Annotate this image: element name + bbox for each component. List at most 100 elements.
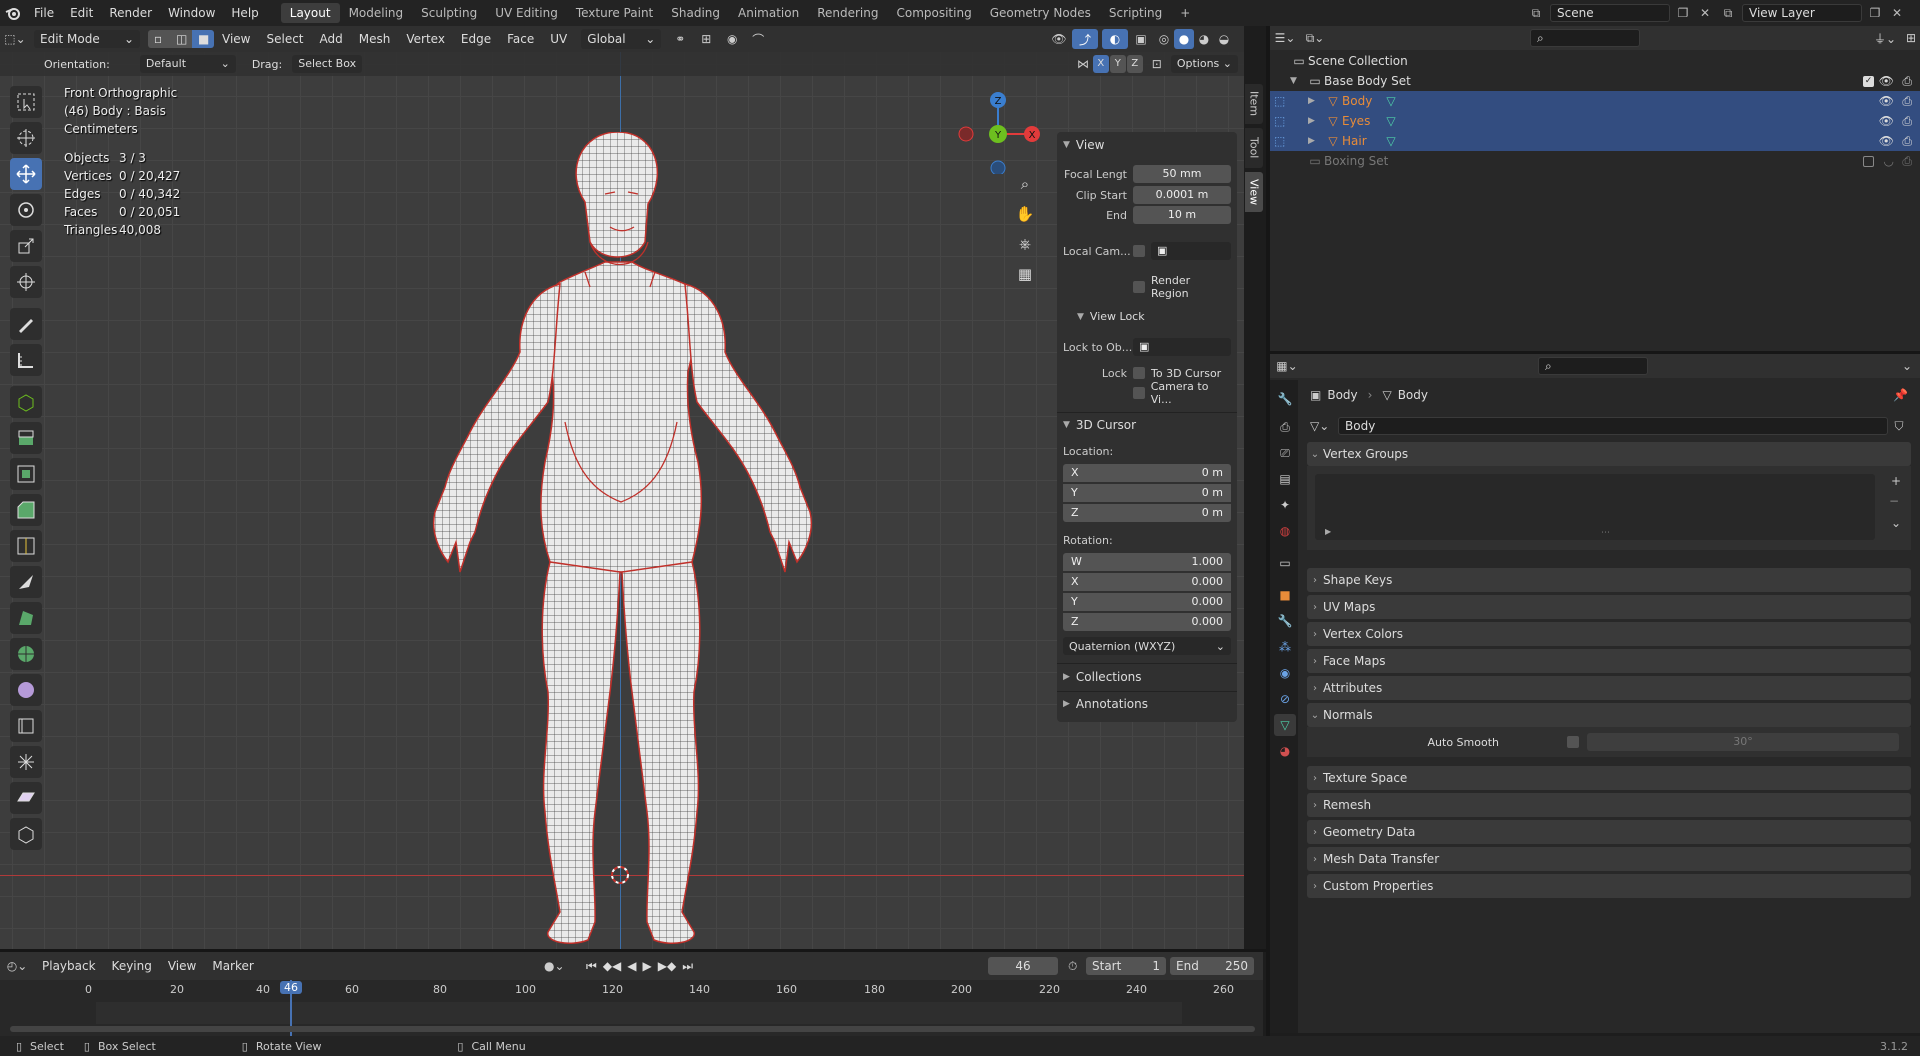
menu-help[interactable]: Help [223, 0, 266, 26]
properties-search-input[interactable]: ⌕ [1538, 357, 1648, 375]
sidebar-tab-view[interactable]: View [1245, 172, 1263, 212]
mesh-browse-icon[interactable]: ▽⌄ [1310, 419, 1338, 433]
constraints-tab-icon[interactable]: ⊘ [1274, 688, 1296, 710]
shear-tool[interactable] [10, 782, 42, 814]
snap-icon[interactable]: ⊞ [693, 32, 719, 46]
3d-cursor-icon[interactable] [609, 864, 631, 886]
outliner-row[interactable]: ▼ ▭ Base Body Set ✓ 👁 ⎙ [1270, 71, 1920, 91]
mesh-name-field[interactable]: Body [1338, 417, 1888, 435]
outliner-row[interactable]: ▭ Scene Collection [1270, 51, 1920, 71]
collection-tab-icon[interactable]: ▭ [1274, 552, 1296, 574]
eye-icon[interactable]: 👁 [1879, 74, 1894, 88]
view-layer-field[interactable]: View Layer [1742, 4, 1862, 22]
outliner-row[interactable]: ⬚ ▶ ▽ Body ▽ 👁 ⎙ [1270, 91, 1920, 111]
transform-orientation-dropdown[interactable]: Global ⌄ [581, 29, 662, 49]
menu-select[interactable]: Select [258, 26, 311, 52]
pan-hand-icon[interactable]: ✋ [1013, 202, 1037, 226]
sidebar-tab-tool[interactable]: Tool [1245, 128, 1263, 168]
menu-playback[interactable]: Playback [34, 953, 104, 979]
menu-window[interactable]: Window [160, 0, 223, 26]
to-cursor-checkbox[interactable] [1133, 367, 1145, 379]
editor-type-icon[interactable]: ☰⌄ [1270, 31, 1300, 45]
focal-length-row[interactable]: Focal Lengt 50 mm [1063, 165, 1231, 183]
orientation-dropdown[interactable]: Default ⌄ [139, 55, 236, 73]
eye-closed-icon[interactable]: ◡ [1884, 154, 1894, 168]
sidebar-tab-item[interactable]: Item [1245, 84, 1263, 124]
current-frame-marker[interactable]: 46 [280, 981, 302, 994]
panel-shape-keys[interactable]: › Shape Keys [1307, 568, 1911, 592]
cursor-rot-w[interactable]: W 1.000 [1063, 553, 1231, 571]
delete-view-layer-icon[interactable]: ✕ [1888, 6, 1906, 20]
camera-icon[interactable]: ⎙ [1902, 94, 1912, 109]
world-tab-icon[interactable]: ◍ [1274, 520, 1296, 542]
menu-keying[interactable]: Keying [104, 953, 160, 979]
expand-icon[interactable]: ▶ [1325, 527, 1331, 536]
panel-uv-maps[interactable]: › UV Maps [1307, 595, 1911, 619]
menu-render[interactable]: Render [101, 0, 160, 26]
tool-tab-icon[interactable]: 🔧 [1274, 388, 1296, 410]
gizmo-toggle-icon[interactable]: ⤴ [1072, 29, 1098, 49]
visibility-icon[interactable]: 👁 [1046, 32, 1072, 46]
edge-select-icon[interactable]: ◫ [170, 30, 192, 48]
display-mode-icon[interactable]: ⧉⌄ [1300, 31, 1330, 46]
tab-animation[interactable]: Animation [729, 3, 808, 23]
physics-tab-icon[interactable]: ◉ [1274, 662, 1296, 684]
panel-remesh[interactable]: › Remesh [1307, 793, 1911, 817]
rendered-shading-icon[interactable]: ◒ [1214, 29, 1234, 49]
face-select-icon[interactable]: ■ [192, 30, 214, 48]
mode-dropdown[interactable]: Edit Mode ⌄ [34, 30, 140, 48]
new-collection-icon[interactable]: ⊞ [1906, 31, 1916, 45]
object-tab-icon[interactable]: ■ [1274, 584, 1296, 606]
rotation-mode-dropdown[interactable]: Quaternion (WXYZ) ⌄ [1063, 637, 1231, 655]
add-vertex-group-button[interactable]: + [1891, 474, 1901, 488]
mirror-z-toggle[interactable]: Z [1126, 55, 1143, 73]
chevron-right-icon[interactable]: ▶ [1308, 136, 1324, 146]
timeline-area[interactable]: 0 20 40 46 60 80 100 120 140 160 180 200… [0, 980, 1263, 1036]
include-checkbox[interactable] [1863, 155, 1874, 167]
menu-uv[interactable]: UV [542, 26, 575, 52]
rotate-tool[interactable] [10, 194, 42, 226]
navigation-gizmo[interactable]: Z X Y [950, 84, 1040, 174]
render-region-row[interactable]: Render Region [1063, 274, 1231, 300]
panel-face-maps[interactable]: › Face Maps [1307, 649, 1911, 673]
chevron-down-icon[interactable]: ⌄ [1902, 359, 1912, 373]
tab-geometry-nodes[interactable]: Geometry Nodes [981, 3, 1100, 23]
next-keyframe-icon[interactable]: ▶◆ [658, 959, 676, 974]
drag-dropdown[interactable]: Select Box [292, 55, 363, 73]
clip-start-row[interactable]: Clip Start 0.0001 m [1063, 186, 1231, 204]
blender-logo-icon[interactable] [0, 6, 26, 20]
menu-edit[interactable]: Edit [62, 0, 101, 26]
zoom-icon[interactable]: ⌕ [1013, 172, 1037, 196]
tab-compositing[interactable]: Compositing [887, 3, 980, 23]
record-icon[interactable]: ●⌄ [544, 959, 565, 973]
stopwatch-icon[interactable]: ⏱ [1068, 959, 1077, 974]
mirror-x-toggle[interactable]: X [1092, 55, 1109, 73]
spin-tool[interactable] [10, 638, 42, 670]
chevron-down-icon[interactable]: ▼ [1290, 76, 1306, 86]
view-panel-header[interactable]: ▼ View [1063, 138, 1104, 152]
menu-timeline-view[interactable]: View [160, 953, 204, 979]
remove-vertex-group-button[interactable]: − [1889, 494, 1899, 508]
jump-start-icon[interactable]: ⏮ [586, 959, 597, 974]
overlay-toggle-icon[interactable]: ◐ [1102, 29, 1128, 49]
mesh-datablock-row[interactable]: ▽⌄ Body ⛉ [1310, 416, 1910, 436]
menu-file[interactable]: File [26, 0, 62, 26]
output-tab-icon[interactable]: ⎚ [1274, 442, 1296, 464]
eye-icon[interactable]: 👁 [1879, 134, 1894, 148]
outliner-search-input[interactable]: ⌕ [1530, 29, 1640, 47]
vertex-select-icon[interactable]: ▫ [148, 30, 170, 48]
modifier-tab-icon[interactable]: 🔧 [1274, 610, 1296, 632]
start-frame-field[interactable]: Start 1 [1086, 957, 1166, 975]
cursor-rot-z[interactable]: Z 0.000 [1063, 613, 1231, 631]
camera-icon[interactable]: ⎙ [1902, 74, 1912, 89]
options-dropdown[interactable]: Options ⌄ [1170, 55, 1238, 73]
editor-type-icon[interactable]: ◴⌄ [0, 959, 34, 973]
delete-scene-icon[interactable]: ✕ [1696, 6, 1714, 20]
transform-tool[interactable] [10, 266, 42, 298]
inset-tool[interactable] [10, 458, 42, 490]
editor-type-icon[interactable]: ▦⌄ [1270, 359, 1304, 373]
mesh-model[interactable] [400, 132, 840, 949]
menu-mesh[interactable]: Mesh [351, 26, 399, 52]
play-reverse-icon[interactable]: ◀ [627, 959, 636, 974]
camera-to-view-checkbox[interactable] [1133, 387, 1145, 399]
